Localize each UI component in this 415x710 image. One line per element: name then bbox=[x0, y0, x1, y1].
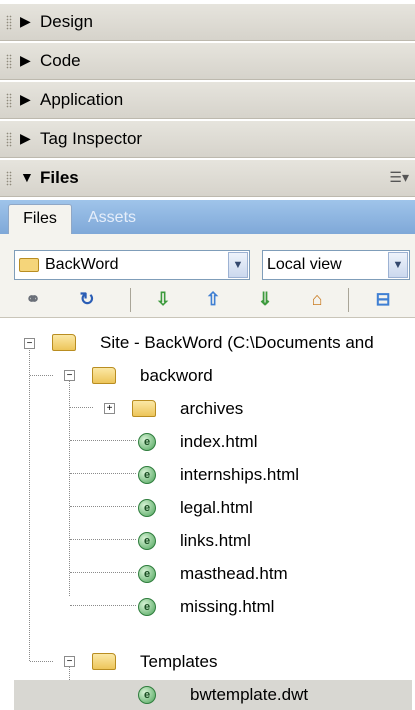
tree-label: bwtemplate.dwt bbox=[190, 685, 309, 704]
tree-row-file[interactable]: e index.html bbox=[0, 427, 415, 457]
grip-icon[interactable] bbox=[6, 15, 12, 30]
view-select[interactable]: Local view ▼ bbox=[262, 250, 410, 280]
put-files-icon[interactable]: ⇧ bbox=[200, 286, 226, 312]
tree-label: backword bbox=[140, 366, 213, 385]
tree-row-site-root[interactable]: − Site - BackWord (C:\Documents and bbox=[0, 328, 415, 358]
expand-arrow-icon: ▶ bbox=[20, 130, 31, 146]
tree-row-backword[interactable]: − backword bbox=[0, 361, 415, 391]
grip-icon[interactable] bbox=[6, 171, 12, 186]
chevron-down-icon[interactable]: ▼ bbox=[228, 252, 248, 278]
tree-label: Site - BackWord (C:\Documents and bbox=[100, 333, 374, 352]
tree-row-file-selected[interactable]: e bwtemplate.dwt bbox=[14, 680, 412, 710]
panel-tag-inspector[interactable]: ▶ Tag Inspector bbox=[0, 121, 415, 158]
grip-icon[interactable] bbox=[6, 54, 12, 69]
expand-toggle-icon[interactable]: + bbox=[104, 403, 115, 414]
connect-icon[interactable]: ⚭ bbox=[20, 286, 46, 312]
tree-row-file[interactable]: e masthead.htm bbox=[0, 559, 415, 589]
get-files-icon[interactable]: ⇩ bbox=[150, 286, 176, 312]
html-file-icon: e bbox=[138, 532, 156, 550]
folder-icon bbox=[52, 334, 76, 351]
tree-row-archives[interactable]: + archives bbox=[0, 394, 415, 424]
tree-row-file[interactable]: e internships.html bbox=[0, 460, 415, 490]
tree-label: missing.html bbox=[180, 597, 275, 616]
expand-arrow-icon: ▶ bbox=[20, 52, 31, 68]
panel-label: Tag Inspector bbox=[40, 129, 143, 148]
panel-application[interactable]: ▶ Application bbox=[0, 82, 415, 119]
panel-label: Application bbox=[40, 90, 124, 109]
tree-label: internships.html bbox=[180, 465, 300, 484]
expand-icon[interactable]: ⊟ bbox=[370, 286, 396, 312]
tab-assets[interactable]: Assets bbox=[88, 204, 136, 234]
expand-arrow-icon: ▶ bbox=[20, 13, 31, 29]
tree-label: links.html bbox=[180, 531, 251, 550]
tree-row-file[interactable]: e missing.html bbox=[0, 592, 415, 622]
folder-icon bbox=[92, 367, 116, 384]
files-toolbar: BackWord ▼ Local view ▼ ⚭ ↻ ⇩ ⇧ ⇓ ⌂ ⊟ bbox=[0, 234, 415, 318]
check-in-icon[interactable]: ⌂ bbox=[304, 286, 330, 312]
tree-row-file[interactable]: e legal.html bbox=[0, 493, 415, 523]
tree-row-templates[interactable]: − Templates bbox=[0, 648, 415, 678]
html-file-icon: e bbox=[138, 598, 156, 616]
collapse-toggle-icon[interactable]: − bbox=[64, 656, 75, 667]
tree-label: masthead.htm bbox=[180, 564, 288, 583]
panel-label: Code bbox=[40, 51, 81, 70]
view-select-value: Local view bbox=[267, 256, 342, 273]
folder-icon bbox=[132, 400, 156, 417]
site-select-value: BackWord bbox=[45, 256, 119, 273]
tree-row-file[interactable]: e links.html bbox=[0, 526, 415, 556]
html-file-icon: e bbox=[138, 466, 156, 484]
site-select[interactable]: BackWord ▼ bbox=[14, 250, 250, 280]
panel-files[interactable]: ▼ Files ☰▾ bbox=[0, 160, 415, 197]
tab-strip: Files Assets bbox=[0, 200, 415, 234]
tree-label: legal.html bbox=[180, 498, 253, 517]
template-file-icon: e bbox=[138, 686, 156, 704]
expand-arrow-icon: ▶ bbox=[20, 91, 31, 107]
tree-label: index.html bbox=[180, 432, 258, 451]
folder-icon bbox=[19, 258, 39, 272]
panel-code[interactable]: ▶ Code bbox=[0, 43, 415, 80]
grip-icon[interactable] bbox=[6, 132, 12, 147]
panel-label: Design bbox=[40, 12, 93, 31]
file-tree: − Site - BackWord (C:\Documents and − ba… bbox=[0, 318, 415, 710]
tab-files[interactable]: Files bbox=[8, 204, 72, 234]
toolbar-separator bbox=[348, 288, 349, 312]
html-file-icon: e bbox=[138, 499, 156, 517]
html-file-icon: e bbox=[138, 433, 156, 451]
panel-design[interactable]: ▶ Design bbox=[0, 4, 415, 41]
refresh-icon[interactable]: ↻ bbox=[74, 286, 100, 312]
panel-options-icon[interactable]: ☰▾ bbox=[389, 169, 409, 186]
check-out-icon[interactable]: ⇓ bbox=[252, 286, 278, 312]
collapse-toggle-icon[interactable]: − bbox=[64, 370, 75, 381]
collapse-toggle-icon[interactable]: − bbox=[24, 338, 35, 349]
toolbar-separator bbox=[130, 288, 131, 312]
panel-label: Files bbox=[40, 168, 79, 187]
grip-icon[interactable] bbox=[6, 93, 12, 108]
chevron-down-icon[interactable]: ▼ bbox=[388, 252, 408, 278]
tree-label: Templates bbox=[140, 652, 218, 671]
collapse-arrow-icon: ▼ bbox=[20, 169, 34, 185]
folder-icon bbox=[92, 653, 116, 670]
tree-label: archives bbox=[180, 399, 244, 418]
html-file-icon: e bbox=[138, 565, 156, 583]
